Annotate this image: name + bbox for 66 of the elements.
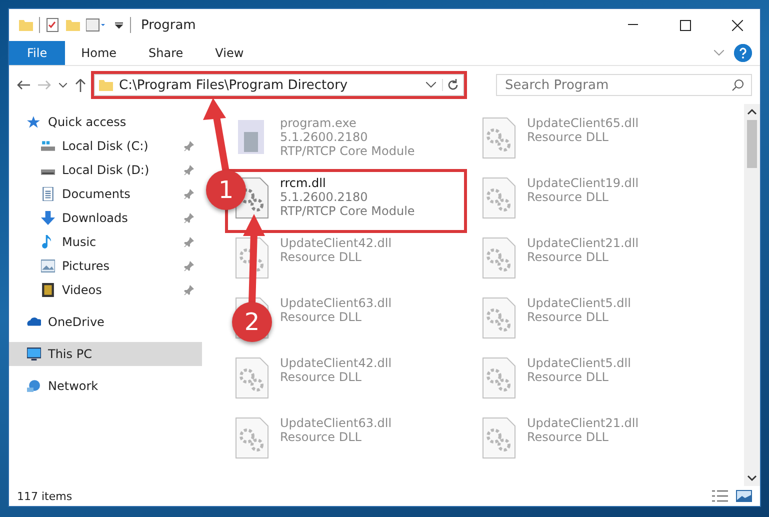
sidebar-item[interactable]: Music [9, 230, 202, 254]
recent-locations-button[interactable] [59, 82, 67, 88]
nav-icon [41, 259, 55, 273]
minimize-icon [628, 24, 638, 26]
large-icons-view-icon[interactable] [736, 490, 752, 502]
sidebar-item[interactable]: Network [9, 374, 202, 398]
nav-icon [41, 283, 55, 297]
ribbon-tab[interactable]: File [9, 41, 66, 65]
scroll-up-icon[interactable] [747, 108, 757, 116]
chevron-down-icon [59, 82, 67, 88]
file-detail: 5.1.2600.2180 [280, 190, 369, 204]
sidebar-item[interactable]: Local Disk (C:) [9, 134, 202, 158]
nav-icon [27, 347, 41, 361]
nav-icon [27, 115, 41, 129]
sidebar-item[interactable]: Quick access [9, 110, 202, 134]
expand-ribbon-icon[interactable] [714, 50, 724, 56]
nav-icon [41, 139, 55, 153]
ribbon-tab[interactable]: View [199, 41, 260, 65]
file-detail: Resource DLL [527, 250, 610, 264]
nav-icon [27, 379, 41, 393]
scrollbar-thumb[interactable] [747, 120, 757, 168]
file-name: rrcm.dll [280, 176, 327, 190]
chevron-down-icon[interactable] [426, 82, 436, 88]
sidebar-item[interactable]: Pictures [9, 254, 202, 278]
window-title: Program [141, 18, 197, 32]
properties-icon[interactable] [46, 18, 60, 32]
file-detail: Resource DLL [527, 310, 610, 324]
search-icon [732, 79, 744, 91]
ribbon-tab[interactable]: Share [132, 41, 200, 65]
sidebar-item[interactable]: This PC [9, 342, 202, 366]
file-detail: Resource DLL [280, 310, 362, 324]
ribbon-tab[interactable]: Home [65, 41, 133, 65]
item-count: 117 items [17, 490, 72, 502]
forward-icon [38, 80, 51, 90]
sidebar-item[interactable]: OneDrive [9, 310, 202, 334]
customize-toolbar-icon[interactable] [114, 20, 124, 30]
file-detail: RTP/RTCP Core Module [280, 144, 415, 158]
file-detail: Resource DLL [280, 370, 362, 384]
close-icon [732, 20, 742, 30]
help-icon[interactable] [734, 44, 752, 62]
address-bar[interactable]: C:\Program Files\Program Directory [94, 74, 464, 96]
sidebar-item[interactable]: Downloads [9, 206, 202, 230]
nav-icon [41, 211, 55, 225]
sidebar-item[interactable]: Documents [9, 182, 202, 206]
sidebar-item[interactable]: Local Disk (D:) [9, 158, 202, 182]
file-detail: Resource DLL [280, 250, 362, 264]
file-detail: 5.1.2600.2180 [280, 130, 369, 144]
sidebar-item[interactable]: Videos [9, 278, 202, 302]
back-button[interactable] [17, 80, 30, 90]
back-icon [17, 80, 30, 90]
up-button[interactable] [75, 78, 86, 92]
details-view-icon[interactable] [712, 490, 728, 502]
nav-icon [41, 187, 55, 201]
file-detail: Resource DLL [280, 430, 362, 444]
file-detail: Resource DLL [527, 430, 610, 444]
search-field[interactable]: Search Program [496, 74, 752, 96]
nav-icon [27, 315, 41, 329]
file-detail: Resource DLL [527, 130, 610, 144]
folder-icon [99, 78, 113, 92]
file-detail: RTP/RTCP Core Module [280, 204, 415, 218]
file-detail: Resource DLL [527, 370, 610, 384]
scroll-down-icon[interactable] [747, 474, 757, 482]
file-detail: Resource DLL [527, 190, 610, 204]
maximize-icon [680, 20, 690, 30]
view-options-icon[interactable] [86, 18, 108, 32]
up-arrow-icon [75, 78, 86, 92]
